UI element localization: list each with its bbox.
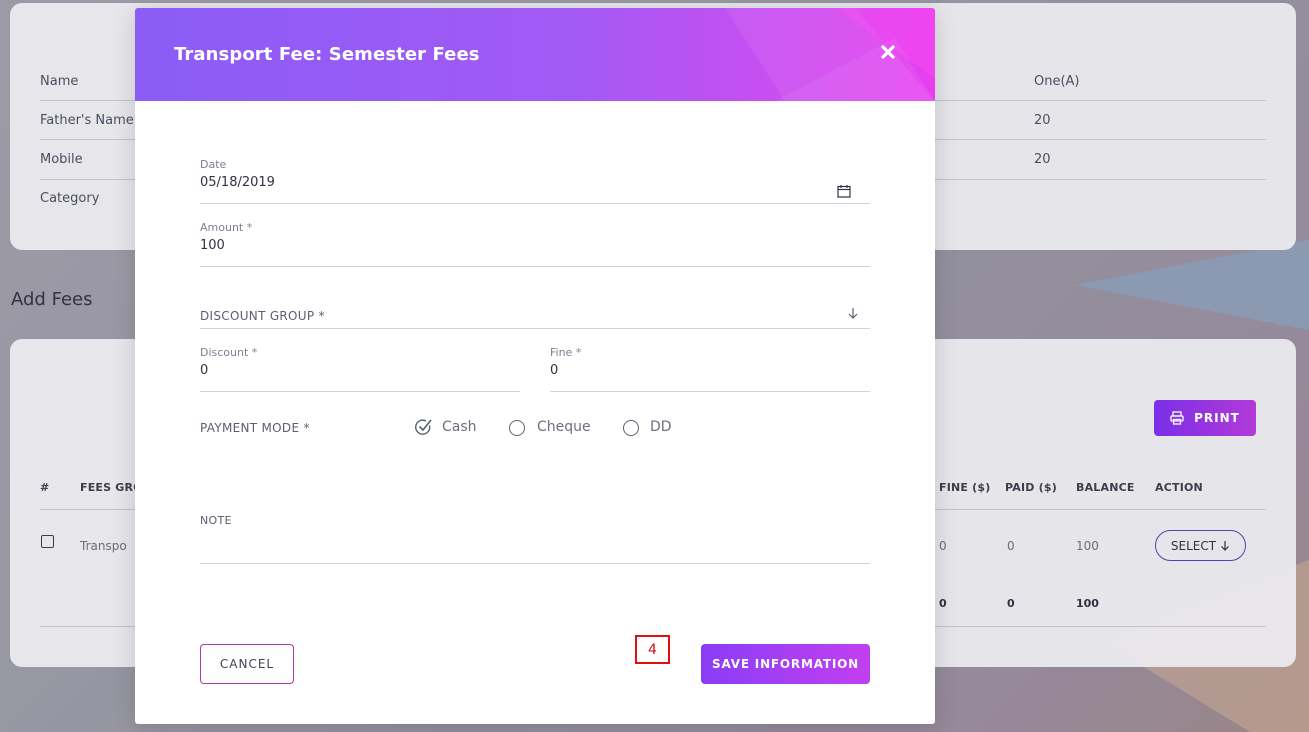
total-fine: 0 xyxy=(939,597,947,610)
calendar-icon[interactable] xyxy=(837,184,851,198)
cancel-button[interactable]: CANCEL xyxy=(200,644,294,684)
amount-underline xyxy=(200,266,870,267)
arrow-down-icon[interactable] xyxy=(847,307,859,320)
select-action-button[interactable]: SELECT xyxy=(1155,530,1246,561)
row-fine: 0 xyxy=(939,539,947,553)
total-balance: 100 xyxy=(1076,597,1099,610)
col-balance: BALANCE xyxy=(1076,481,1135,494)
info-value-class: One(A) xyxy=(1034,74,1080,89)
row-fees-group: Transpo xyxy=(80,539,127,553)
col-fine: FINE ($) xyxy=(939,481,991,494)
info-label-category: Category xyxy=(40,191,100,206)
fee-payment-modal: Transport Fee: Semester Fees Date 05/18/… xyxy=(135,8,935,724)
annotation-marker: 4 xyxy=(635,635,670,664)
payment-option-cheque[interactable]: Cheque xyxy=(537,419,591,435)
close-icon[interactable] xyxy=(879,43,897,61)
discount-underline xyxy=(200,391,520,392)
date-underline xyxy=(200,203,870,204)
fine-underline xyxy=(550,391,870,392)
amount-label: Amount * xyxy=(200,221,253,234)
save-information-button[interactable]: SAVE INFORMATION xyxy=(701,644,870,684)
arrow-down-icon xyxy=(1221,540,1230,551)
info-label-name: Name xyxy=(40,74,79,89)
date-label: Date xyxy=(200,158,227,171)
info-value-id: 20 xyxy=(1034,152,1051,167)
fine-label: Fine * xyxy=(550,346,582,359)
discount-label: Discount * xyxy=(200,346,258,359)
modal-title: Transport Fee: Semester Fees xyxy=(174,44,480,65)
checked-circle-icon[interactable] xyxy=(414,418,434,436)
section-title: Add Fees xyxy=(11,289,93,310)
date-input[interactable]: 05/18/2019 xyxy=(200,175,275,190)
info-label-mobile: Mobile xyxy=(40,152,83,167)
note-textarea[interactable] xyxy=(200,530,870,562)
row-balance: 100 xyxy=(1076,539,1099,553)
col-action: ACTION xyxy=(1155,481,1203,494)
amount-input[interactable]: 100 xyxy=(200,238,225,253)
print-label: PRINT xyxy=(1194,411,1240,425)
note-label: NOTE xyxy=(200,514,232,527)
printer-icon xyxy=(1170,411,1184,425)
discount-group-select[interactable]: DISCOUNT GROUP * xyxy=(200,309,325,323)
note-underline xyxy=(200,563,870,564)
payment-option-dd[interactable]: DD xyxy=(650,419,672,435)
fine-input[interactable]: 0 xyxy=(550,363,558,378)
info-value-roll: 20 xyxy=(1034,113,1051,128)
col-fees-group: FEES GRO xyxy=(80,481,143,494)
row-paid: 0 xyxy=(1007,539,1015,553)
print-button[interactable]: PRINT xyxy=(1154,400,1256,436)
payment-option-cash[interactable]: Cash xyxy=(442,419,477,435)
total-paid: 0 xyxy=(1007,597,1015,610)
row-checkbox[interactable] xyxy=(41,535,54,548)
select-label: SELECT xyxy=(1170,538,1217,553)
radio-dd[interactable] xyxy=(623,420,639,436)
discount-input[interactable]: 0 xyxy=(200,363,208,378)
col-hash: # xyxy=(40,481,50,494)
modal-header: Transport Fee: Semester Fees xyxy=(135,8,935,101)
info-label-father: Father's Name xyxy=(40,113,134,128)
payment-mode-label: PAYMENT MODE * xyxy=(200,421,310,435)
discount-group-underline xyxy=(200,328,870,329)
col-paid: PAID ($) xyxy=(1005,481,1057,494)
radio-cheque[interactable] xyxy=(509,420,525,436)
